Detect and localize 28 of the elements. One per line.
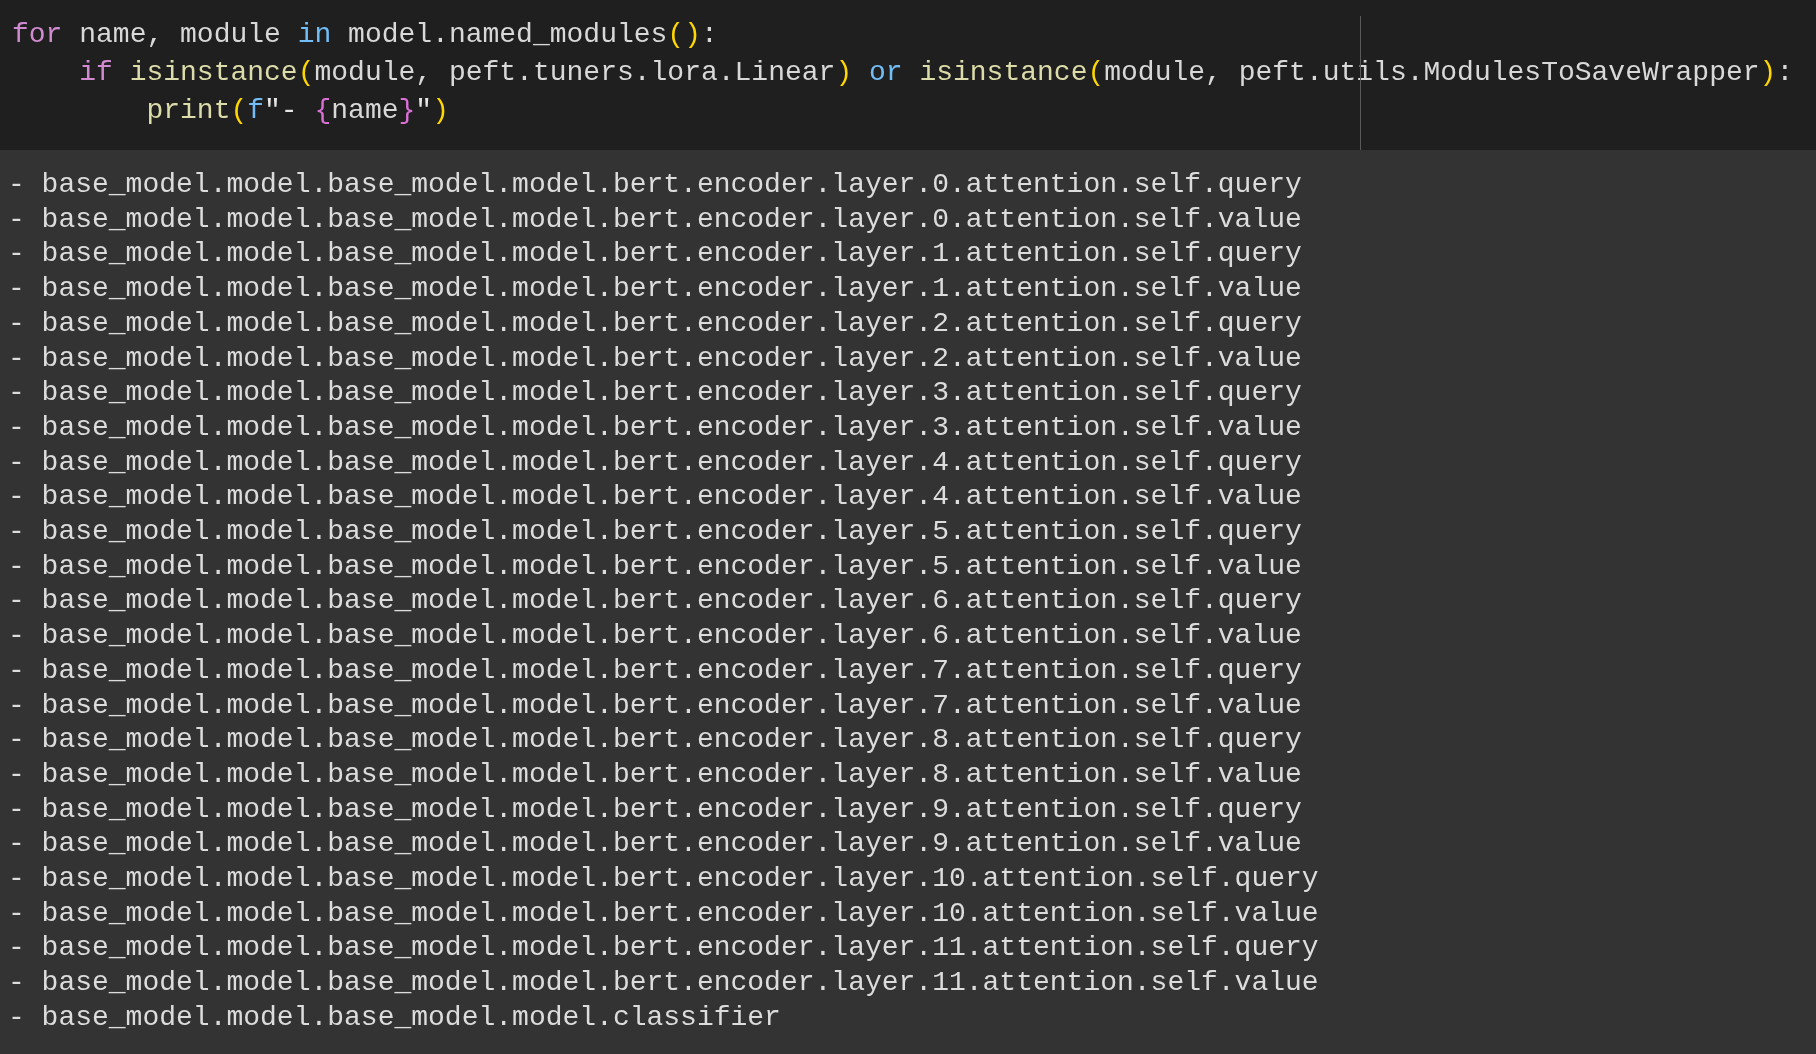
- output-line: - base_model.model.base_model.model.bert.encoder.layer.2.attention.self.value: [8, 341, 1303, 376]
- output-line: - base_model.model.base_model.model.bert.encoder.layer.2.attention.self.query: [8, 306, 1303, 341]
- output-line: - base_model.model.base_model.model.bert.encoder.layer.1.attention.self.value: [8, 272, 1303, 307]
- output-line: - base_model.model.base_model.model.bert.encoder.layer.4.attention.self.query: [8, 445, 1303, 480]
- output-line: - base_model.model.base_model.model.bert.encoder.layer.11.attention.self.value: [8, 966, 1320, 1001]
- output-line: - base_model.model.base_model.model.bert.encoder.layer.1.attention.self.query: [8, 237, 1303, 272]
- output-line: - base_model.model.base_model.model.bert.encoder.layer.7.attention.self.query: [8, 653, 1303, 688]
- output-line: - base_model.model.base_model.model.bert.encoder.layer.5.attention.self.query: [8, 515, 1303, 550]
- output-line: - base_model.model.base_model.model.bert.encoder.layer.6.attention.self.query: [8, 584, 1303, 619]
- output-line: - base_model.model.base_model.model.bert.encoder.layer.10.attention.self.query: [8, 862, 1320, 897]
- output-line: - base_model.model.base_model.model.bert.encoder.layer.11.attention.self.query: [8, 931, 1320, 966]
- output-line: - base_model.model.base_model.model.classifier: [8, 1000, 782, 1035]
- output-line: - base_model.model.base_model.model.bert.encoder.layer.10.attention.self.value: [8, 896, 1320, 931]
- output-line: - base_model.model.base_model.model.bert.encoder.layer.0.attention.self.value: [8, 202, 1303, 237]
- output-line: - base_model.model.base_model.model.bert.encoder.layer.3.attention.self.value: [8, 410, 1303, 445]
- output-line: - base_model.model.base_model.model.bert.encoder.layer.4.attention.self.value: [8, 480, 1303, 515]
- output-line: - base_model.model.base_model.model.bert.encoder.layer.8.attention.self.value: [8, 757, 1303, 792]
- output-line: - base_model.model.base_model.model.bert.encoder.layer.9.attention.self.value: [8, 827, 1303, 862]
- code-line: for name, module in model.named_modules():: [12, 18, 719, 52]
- output-line: - base_model.model.base_model.model.bert.encoder.layer.5.attention.self.value: [8, 549, 1303, 584]
- output-line: - base_model.model.base_model.model.bert.encoder.layer.7.attention.self.value: [8, 688, 1303, 723]
- output-line: - base_model.model.base_model.model.bert.encoder.layer.8.attention.self.query: [8, 723, 1303, 758]
- code-line: if isinstance(module, peft.tuners.lora.Linear) or isinstance(module, peft.utils.ModulesToSaveWrapper):: [78, 56, 1795, 90]
- output-line: - base_model.model.base_model.model.bert.encoder.layer.0.attention.self.query: [8, 168, 1303, 202]
- code-line: print(f"- {name}"): [145, 94, 450, 128]
- output-line: - base_model.model.base_model.model.bert.encoder.layer.6.attention.self.value: [8, 619, 1303, 654]
- output-line: - base_model.model.base_model.model.bert.encoder.layer.3.attention.self.query: [8, 376, 1303, 411]
- output-line: - base_model.model.base_model.model.bert.encoder.layer.9.attention.self.query: [8, 792, 1303, 827]
